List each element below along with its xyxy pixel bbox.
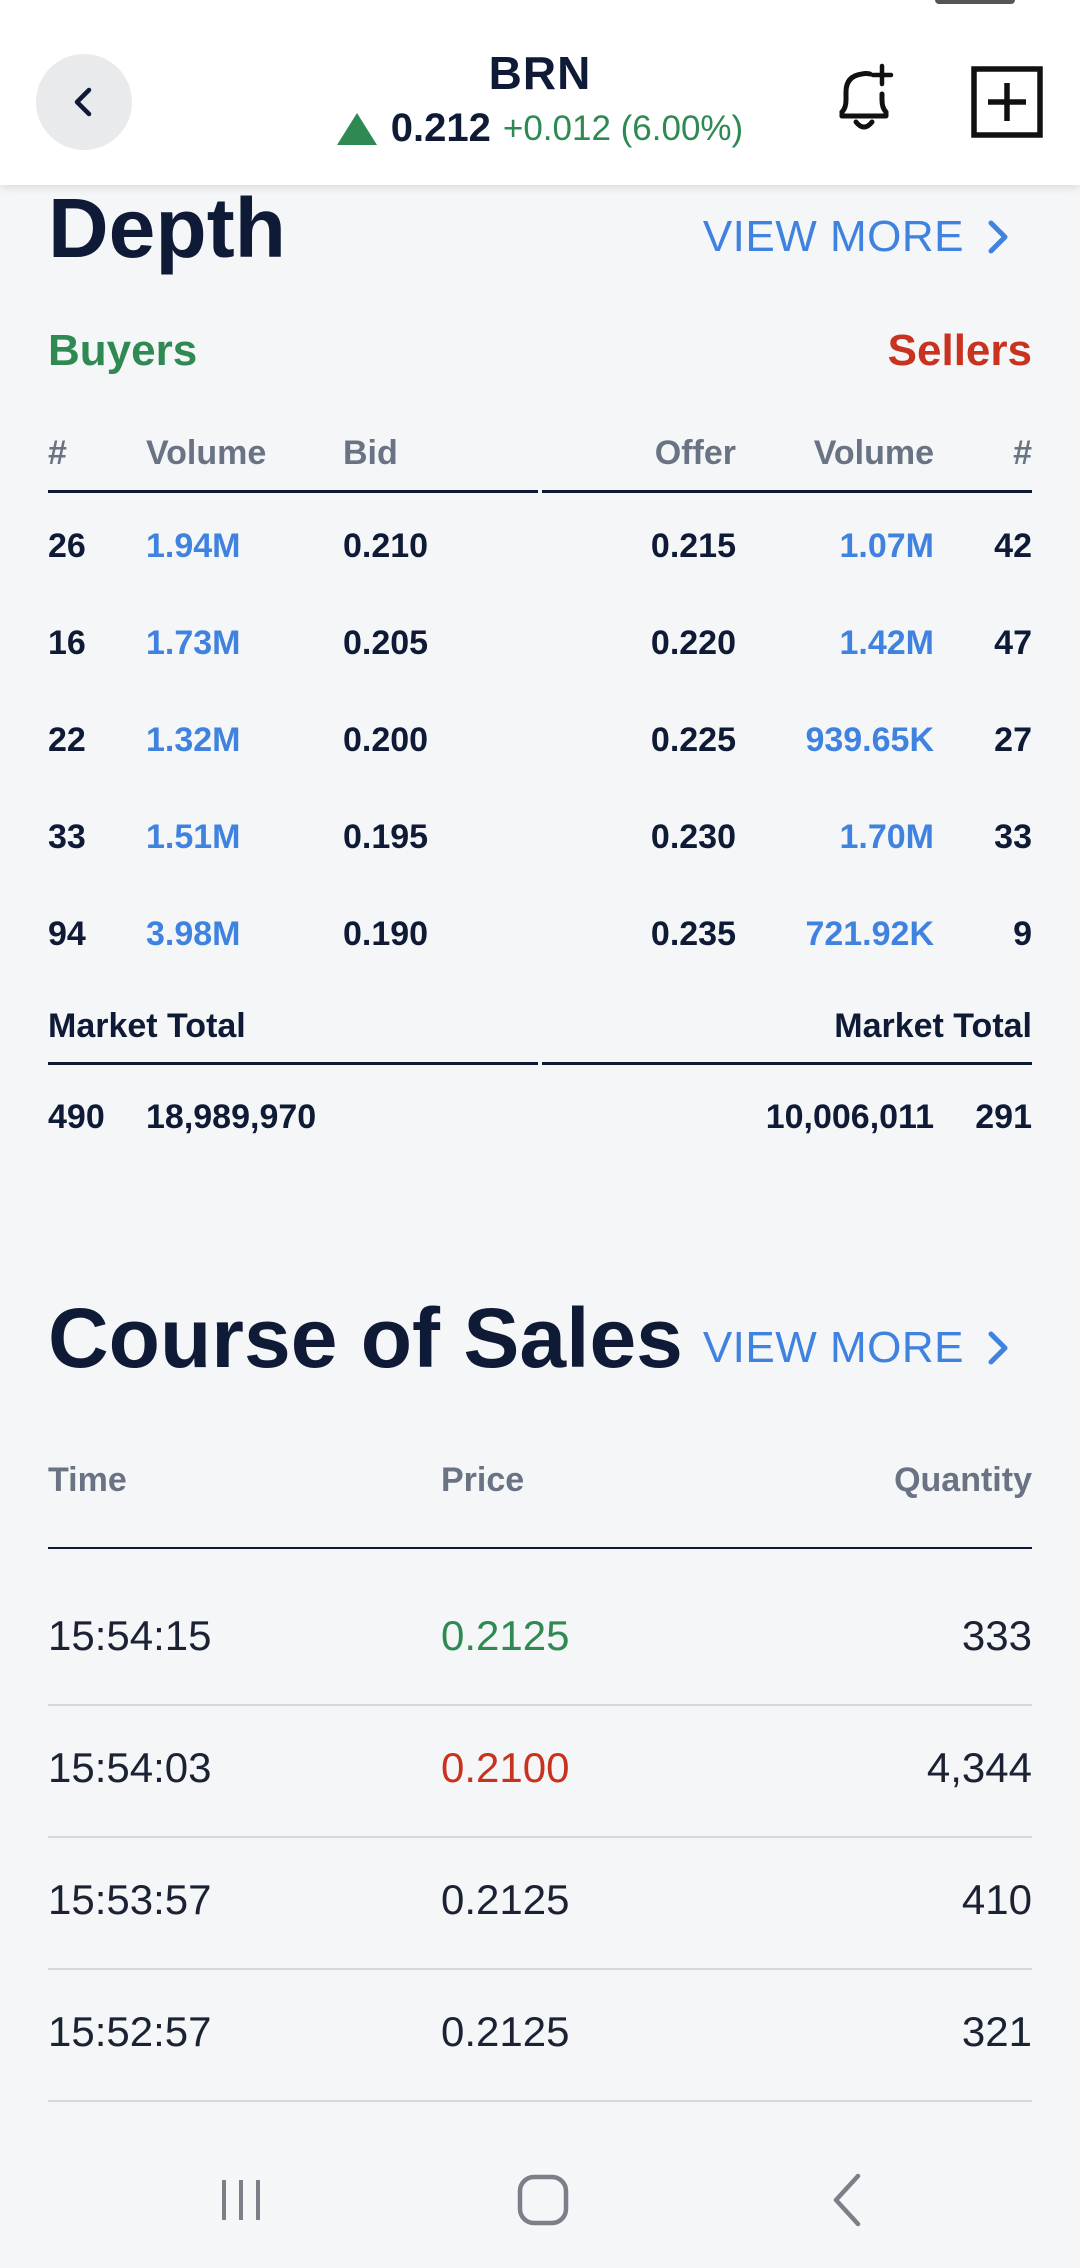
trade-price: 0.2125 — [441, 1876, 570, 1923]
trade-price: 0.2125 — [441, 2008, 570, 2055]
trade-row: 15:53:57 0.2125 410 — [48, 1838, 1032, 1970]
sell-count: 9 — [1013, 915, 1032, 953]
sell-volume: 721.92K — [805, 915, 934, 953]
col-header-price: Price — [441, 1461, 525, 1499]
offer-price: 0.230 — [650, 818, 736, 856]
sellers-header-divider — [542, 490, 1032, 493]
offer-price: 0.225 — [650, 721, 736, 759]
chevron-right-icon — [988, 1331, 1008, 1365]
system-back-button[interactable] — [812, 2170, 882, 2230]
sell-count: 33 — [994, 818, 1032, 856]
home-button[interactable] — [508, 2170, 578, 2230]
ticker-symbol: BRN — [488, 47, 592, 99]
buy-market-total-label: Market Total — [48, 1007, 246, 1045]
bid-price: 0.190 — [343, 915, 429, 953]
last-price: 0.212 — [390, 106, 491, 150]
buy-total-count: 490 — [48, 1098, 105, 1136]
trade-time: 15:54:15 — [48, 1612, 212, 1659]
trade-row: 15:54:15 0.2125 333 — [48, 1574, 1032, 1706]
trade-quantity: 333 — [961, 1612, 1032, 1659]
offer-price: 0.220 — [650, 624, 736, 662]
cos-header-divider — [48, 1547, 1032, 1549]
sell-volume: 1.70M — [839, 818, 935, 856]
trade-quantity: 321 — [961, 2008, 1032, 2055]
col-header-sell-volume: Volume — [813, 434, 934, 472]
sellers-total-divider — [542, 1062, 1032, 1065]
bell-plus-icon — [839, 63, 894, 130]
col-header-offer: Offer — [654, 434, 736, 472]
sell-count: 27 — [994, 721, 1032, 759]
trade-price: 0.2100 — [441, 1744, 570, 1791]
price-line: 0.212 +0.012 (6.00%) — [300, 106, 780, 151]
col-header-buy-count: # — [48, 434, 67, 472]
buy-volume: 1.94M — [146, 527, 241, 565]
back-button[interactable] — [36, 54, 132, 150]
course-of-sales-title: Course of Sales — [48, 1291, 683, 1385]
col-header-buy-volume: Volume — [146, 434, 267, 472]
sell-volume: 1.07M — [839, 527, 935, 565]
add-square-icon — [971, 66, 1043, 138]
sell-total-count: 291 — [975, 1098, 1032, 1136]
buy-count: 94 — [48, 915, 86, 953]
trade-time: 15:53:57 — [48, 1876, 212, 1923]
trade-quantity: 410 — [961, 1876, 1032, 1923]
price-up-icon — [336, 112, 377, 145]
trade-time: 15:52:57 — [48, 2008, 212, 2055]
trade-time: 15:54:03 — [48, 1744, 212, 1791]
back-arrow-icon — [74, 87, 92, 117]
offer-price: 0.235 — [650, 915, 736, 953]
buy-volume: 3.98M — [146, 915, 241, 953]
sell-count: 42 — [994, 527, 1032, 565]
buy-count: 33 — [48, 818, 86, 856]
trade-price: 0.2125 — [441, 1612, 570, 1659]
depth-title: Depth — [48, 181, 286, 275]
bid-price: 0.210 — [343, 527, 429, 565]
buy-volume: 1.32M — [146, 721, 241, 759]
col-header-time: Time — [48, 1461, 127, 1499]
buyers-header-divider — [48, 490, 538, 493]
price-change: +0.012 (6.00%) — [502, 108, 744, 148]
bid-price: 0.205 — [343, 624, 429, 662]
col-header-bid: Bid — [343, 434, 398, 472]
sell-count: 47 — [994, 624, 1032, 662]
depth-view-more-label: VIEW MORE — [702, 212, 964, 261]
sell-volume: 939.65K — [805, 721, 934, 759]
recent-apps-button[interactable] — [206, 2170, 276, 2230]
chevron-right-icon — [988, 220, 1008, 254]
cos-view-more-link[interactable]: VIEW MORE — [703, 1323, 1010, 1373]
bid-price: 0.195 — [343, 818, 429, 856]
sell-market-total-label: Market Total — [834, 1007, 1032, 1045]
app-header: BRN 0.212 +0.012 (6.00%) — [0, 0, 1080, 185]
sell-volume: 1.42M — [839, 624, 935, 662]
buy-total-volume: 18,989,970 — [146, 1098, 317, 1136]
trade-quantity: 4,344 — [926, 1744, 1032, 1791]
offer-price: 0.215 — [650, 527, 736, 565]
col-header-quantity: Quantity — [894, 1461, 1032, 1499]
col-header-sell-count: # — [1013, 434, 1032, 472]
trade-row: 15:54:03 0.2100 4,344 — [48, 1706, 1032, 1838]
add-to-watchlist-button[interactable] — [970, 65, 1044, 139]
home-icon — [517, 2174, 569, 2226]
buy-volume: 1.73M — [146, 624, 241, 662]
recent-apps-icon — [222, 2180, 260, 2220]
buy-count: 26 — [48, 527, 86, 565]
buyers-total-divider — [48, 1062, 538, 1065]
buy-count: 16 — [48, 624, 86, 662]
status-indicator — [935, 0, 1015, 4]
add-alert-button[interactable] — [832, 62, 896, 138]
sellers-label: Sellers — [887, 326, 1032, 375]
back-icon — [833, 2173, 861, 2227]
system-nav-bar — [0, 2130, 1080, 2268]
buy-count: 22 — [48, 721, 86, 759]
buy-volume: 1.51M — [146, 818, 241, 856]
trade-row: 15:52:57 0.2125 321 — [48, 1970, 1032, 2102]
bid-price: 0.200 — [343, 721, 429, 759]
depth-view-more-link[interactable]: VIEW MORE — [703, 212, 1010, 262]
buyers-label: Buyers — [48, 326, 198, 375]
cos-view-more-label: VIEW MORE — [702, 1323, 964, 1372]
quote-summary: BRN 0.212 +0.012 (6.00%) — [300, 46, 780, 151]
sell-total-volume: 10,006,011 — [765, 1098, 934, 1136]
